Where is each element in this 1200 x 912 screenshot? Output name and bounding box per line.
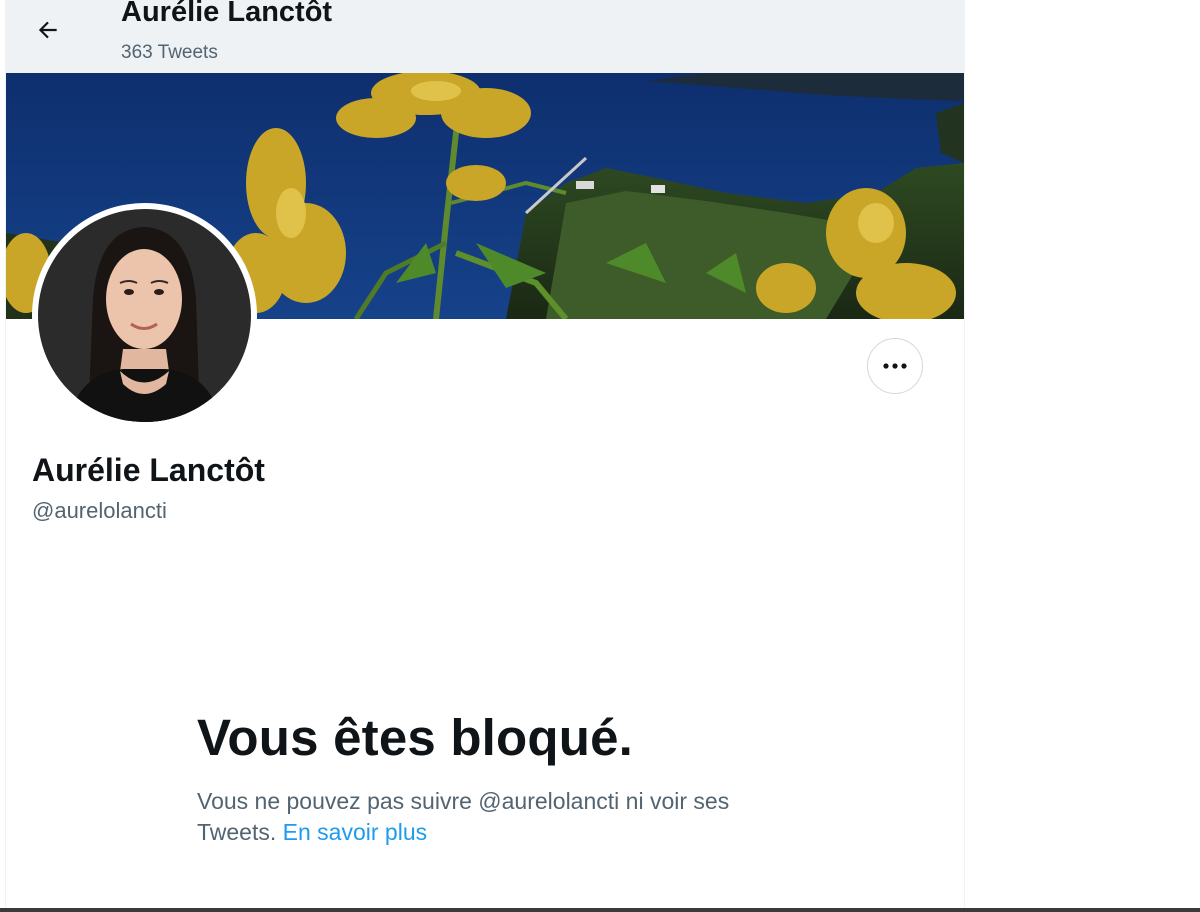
tweet-count: 363 Tweets bbox=[121, 42, 218, 63]
learn-more-link[interactable]: En savoir plus bbox=[283, 819, 427, 845]
more-options-button[interactable] bbox=[867, 338, 923, 394]
profile-header-bar: Aurélie Lanctôt 363 Tweets bbox=[6, 0, 964, 73]
header-title: Aurélie Lanctôt bbox=[121, 0, 333, 28]
more-horizontal-icon bbox=[883, 363, 907, 369]
avatar[interactable] bbox=[32, 203, 257, 428]
profile-handle: @aurelolancti bbox=[32, 498, 167, 523]
back-button[interactable] bbox=[26, 12, 70, 48]
bottom-divider bbox=[0, 908, 1200, 912]
profile-name: Aurélie Lanctôt bbox=[32, 452, 265, 488]
profile-column: Aurélie Lanctôt 363 Tweets Aurélie Lanct… bbox=[5, 0, 965, 912]
avatar-photo bbox=[38, 209, 251, 422]
arrow-left-icon bbox=[38, 21, 57, 39]
blocked-message: Vous ne pouvez pas suivre @aurelolancti … bbox=[197, 786, 797, 848]
blocked-message-text: Vous ne pouvez pas suivre @aurelolancti … bbox=[197, 788, 730, 845]
blocked-title: Vous êtes bloqué. bbox=[197, 709, 634, 766]
